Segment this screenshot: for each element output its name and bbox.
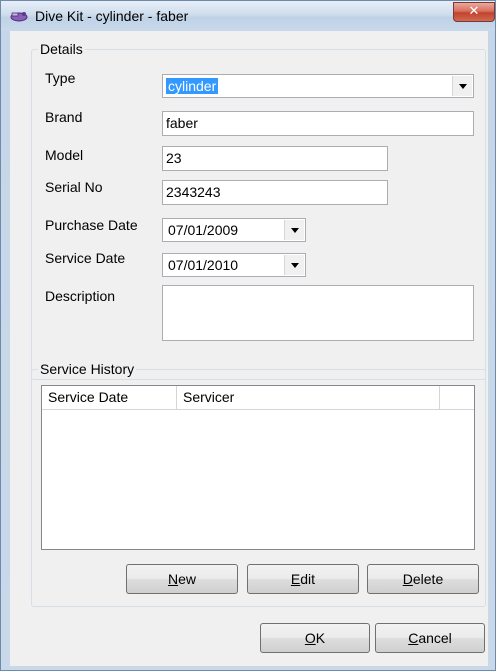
cancel-button-label: ancel (418, 630, 452, 646)
service-date-picker[interactable]: 07/01/2010 (162, 253, 306, 277)
cancel-button-mnemonic: C (408, 630, 419, 646)
new-button-mnemonic: N (167, 571, 179, 587)
new-button-label: ew (178, 571, 197, 587)
cancel-button[interactable]: Cancel (375, 623, 485, 653)
column-header-servicer[interactable]: Servicer (177, 386, 440, 409)
window-title: Dive Kit - cylinder - faber (35, 8, 189, 24)
edit-button[interactable]: Edit (247, 564, 359, 594)
service-history-list[interactable]: Service Date Servicer (41, 385, 475, 550)
title-bar[interactable]: Dive Kit - cylinder - faber ✕ (1, 1, 495, 31)
edit-button-mnemonic: E (290, 571, 301, 587)
service-date-label: Service Date (45, 250, 126, 266)
brand-label: Brand (45, 109, 83, 125)
brand-field[interactable]: faber (162, 111, 474, 136)
service-date-value: 07/01/2010 (168, 257, 239, 273)
purchase-date-label: Purchase Date (45, 217, 138, 233)
dive-kit-app-icon (9, 8, 29, 24)
ok-button-label: K (315, 630, 326, 646)
delete-button-mnemonic: D (402, 571, 413, 587)
dialog-client-area: Details Type cylinder Brand faber Model … (10, 31, 488, 666)
chevron-down-icon[interactable] (284, 255, 304, 275)
new-button[interactable]: New (126, 564, 238, 594)
delete-button-label: elete (412, 571, 444, 587)
close-icon: ✕ (468, 4, 480, 19)
service-history-list-header: Service Date Servicer (42, 386, 474, 410)
description-field[interactable] (162, 285, 474, 341)
ok-button-mnemonic: O (304, 630, 316, 646)
delete-button[interactable]: Delete (367, 564, 479, 594)
model-field[interactable]: 23 (162, 146, 388, 171)
purchase-date-picker[interactable]: 07/01/2009 (162, 218, 306, 242)
serial-no-label: Serial No (45, 179, 103, 195)
model-label: Model (45, 147, 84, 163)
service-history-group-label: Service History (38, 361, 137, 377)
type-select-value: cylinder (166, 78, 219, 94)
column-header-service-date[interactable]: Service Date (42, 386, 177, 409)
dialog-window: Dive Kit - cylinder - faber ✕ Details Ty… (0, 0, 496, 671)
details-group-label: Details (38, 41, 85, 57)
close-button[interactable]: ✕ (453, 2, 495, 22)
column-header-filler (440, 386, 474, 409)
type-select[interactable]: cylinder (162, 74, 474, 98)
chevron-down-icon[interactable] (452, 76, 472, 96)
ok-button[interactable]: OK (260, 623, 370, 653)
type-label: Type (45, 70, 76, 86)
serial-no-field[interactable]: 2343243 (162, 180, 388, 205)
purchase-date-value: 07/01/2009 (168, 222, 239, 238)
description-label: Description (45, 288, 116, 304)
chevron-down-icon[interactable] (284, 220, 304, 240)
edit-button-label: dit (300, 571, 316, 587)
